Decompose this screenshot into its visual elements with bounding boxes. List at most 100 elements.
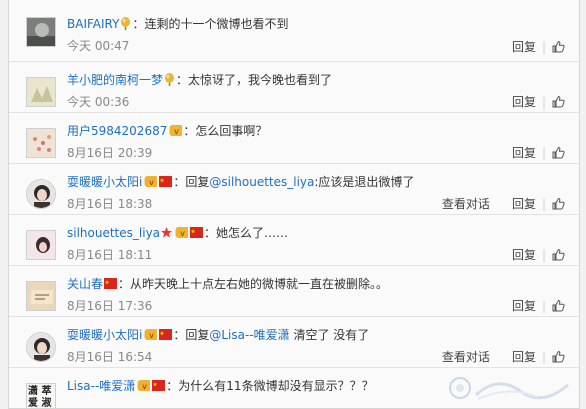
comment-text: ：从昨天晚上十点左右她的微博就一直在被删除。。 [118, 277, 389, 291]
comment-text: ：她怎么了…… [204, 226, 289, 240]
svg-text:v: v [180, 229, 185, 238]
comment-username[interactable]: 耍暖暖小太阳i [67, 328, 142, 342]
comment-row: 耍暖暖小太阳i v ：回复@silhouettes_liya:应该是退出微博了 8月1… [9, 164, 579, 215]
comment-actions: 回复 | [512, 93, 565, 110]
user-avatar[interactable]: 潇 萃 爱 淑 [26, 383, 56, 409]
svg-text:v: v [149, 178, 154, 187]
svg-text:v: v [174, 127, 179, 136]
action-divider: | [541, 197, 546, 211]
action-divider: | [541, 299, 546, 313]
comment-actions: 回复 | [512, 246, 565, 263]
comment-actions: 回复 | [512, 144, 565, 161]
like-icon[interactable] [552, 299, 565, 312]
like-icon[interactable] [552, 40, 565, 53]
view-conversation-link[interactable]: 查看对话 [442, 350, 490, 364]
comment-content: silhouettes_liya v ：她怎么了…… [67, 225, 288, 241]
comment-text: ：怎么回事啊？ [183, 124, 268, 138]
comment-content: 羊小肥的南柯一梦 ：太惊讶了，我今晚也看到了 [67, 72, 332, 88]
user-avatar[interactable] [26, 230, 56, 260]
user-avatar[interactable] [26, 128, 56, 158]
comment-row: 耍暖暖小太阳i v ：回复@Lisa--唯爱潇 清空了 没有了 8月16日 16:54… [9, 317, 579, 368]
flag-icon [158, 175, 173, 189]
reply-link[interactable]: 回复 [512, 95, 536, 109]
comment-time: 8月16日 20:39 [67, 146, 153, 160]
like-icon[interactable] [552, 146, 565, 159]
like-icon[interactable] [552, 95, 565, 108]
flag-icon [189, 226, 204, 240]
user-avatar[interactable] [26, 332, 56, 362]
comment-username[interactable]: silhouettes_liya [67, 226, 160, 240]
svg-text:v: v [149, 331, 154, 340]
user-avatar[interactable] [26, 17, 56, 47]
comment-actions: 查看对话 回复 | [442, 195, 565, 212]
comment-username[interactable]: 用户5984202687 [67, 124, 167, 138]
comment-time: 今天 00:36 [67, 95, 130, 109]
comment-row: 羊小肥的南柯一梦 ：太惊讶了，我今晚也看到了今天 00:36 回复 | [9, 62, 579, 113]
reply-link[interactable]: 回复 [512, 299, 536, 313]
action-divider: | [541, 95, 546, 109]
avatar-caption: 潇 萃 爱 淑 [28, 386, 52, 409]
comment-text: :应该是退出微博了 [314, 175, 415, 189]
comment-content: 关山春 ：从昨天晚上十点左右她的微博就一直在被删除。。 [67, 276, 388, 292]
flag-icon [103, 277, 118, 291]
comment-text: 清空了 没有了 [289, 328, 370, 342]
comment-time: 8月16日 18:38 [67, 197, 153, 211]
flag-icon [158, 328, 173, 342]
comment-actions: 查看对话 回复 | [442, 348, 565, 365]
user-avatar[interactable] [26, 179, 56, 209]
comment-mention[interactable]: @silhouettes_liya [209, 175, 314, 189]
comment-time: 8月16日 16:54 [67, 350, 153, 364]
comment-username[interactable]: 羊小肥的南柯一梦 [67, 73, 163, 87]
star-icon [160, 226, 173, 240]
watermark-logo [449, 377, 569, 400]
comment-row: 用户5984202687 v ：怎么回事啊？ 8月16日 20:39 回复 | [9, 113, 579, 164]
vip-icon: v [173, 226, 189, 240]
comment-row: BAIFAIRY ：连剩的十一个微博也看不到 今天 00:47 回复 | [9, 0, 579, 62]
like-icon[interactable] [552, 350, 565, 363]
comment-content: 耍暖暖小太阳i v ：回复@Lisa--唯爱潇 清空了 没有了 [67, 327, 369, 343]
comment-username[interactable]: BAIFAIRY [67, 17, 119, 31]
comment-row: 关山春 ：从昨天晚上十点左右她的微博就一直在被删除。。 8月16日 17:36 回复 | [9, 266, 579, 317]
comment-list: BAIFAIRY ：连剩的十一个微博也看不到 今天 00:47 回复 | 羊小肥的南柯一梦… [8, 0, 580, 409]
comment-time: 8月16日 18:11 [67, 248, 153, 262]
comment-content: BAIFAIRY ：连剩的十一个微博也看不到 [67, 16, 288, 32]
reply-link[interactable]: 回复 [512, 197, 536, 211]
comment-actions: 回复 | [512, 297, 565, 314]
action-divider: | [541, 248, 546, 262]
comment-mention[interactable]: @Lisa--唯爱潇 [209, 328, 289, 342]
reply-link[interactable]: 回复 [512, 248, 536, 262]
comment-time: 8月16日 17:36 [67, 299, 153, 313]
comment-username[interactable]: 关山春 [67, 277, 103, 291]
vip-icon: v [167, 124, 183, 138]
balloon-icon [119, 17, 132, 31]
flag-icon [151, 379, 166, 393]
action-divider: | [541, 40, 546, 54]
comment-text: ：为什么有11条微博却没有显示？？？ [166, 379, 374, 393]
like-icon[interactable] [552, 248, 565, 261]
reply-link[interactable]: 回复 [512, 146, 536, 160]
comment-reply-prefix: ：回复 [173, 175, 210, 189]
action-divider: | [541, 146, 546, 160]
user-avatar[interactable] [26, 77, 56, 107]
comment-username[interactable]: 耍暖暖小太阳i [67, 175, 142, 189]
comment-username[interactable]: Lisa--唯爱潇 [67, 379, 135, 393]
comment-content: 用户5984202687 v ：怎么回事啊？ [67, 123, 267, 139]
reply-link[interactable]: 回复 [512, 350, 536, 364]
view-conversation-link[interactable]: 查看对话 [442, 197, 490, 211]
comment-content: 耍暖暖小太阳i v ：回复@silhouettes_liya:应该是退出微博了 [67, 174, 414, 190]
comment-text: ：连剩的十一个微博也看不到 [132, 17, 289, 31]
balloon-icon [163, 73, 176, 87]
action-divider: | [541, 350, 546, 364]
svg-text:v: v [142, 382, 147, 391]
like-icon[interactable] [552, 197, 565, 210]
comment-reply-prefix: ：回复 [173, 328, 210, 342]
vip-icon: v [142, 328, 158, 342]
comment-actions: 回复 | [512, 38, 565, 55]
user-avatar[interactable] [26, 281, 56, 311]
reply-link[interactable]: 回复 [512, 40, 536, 54]
vip-icon: v [135, 379, 151, 393]
comment-row: silhouettes_liya v ：她怎么了…… 8月16日 18:11 回复 | [9, 215, 579, 266]
comment-time: 今天 00:47 [67, 39, 130, 53]
vip-icon: v [142, 175, 158, 189]
comment-text: ：太惊讶了，我今晚也看到了 [176, 73, 333, 87]
